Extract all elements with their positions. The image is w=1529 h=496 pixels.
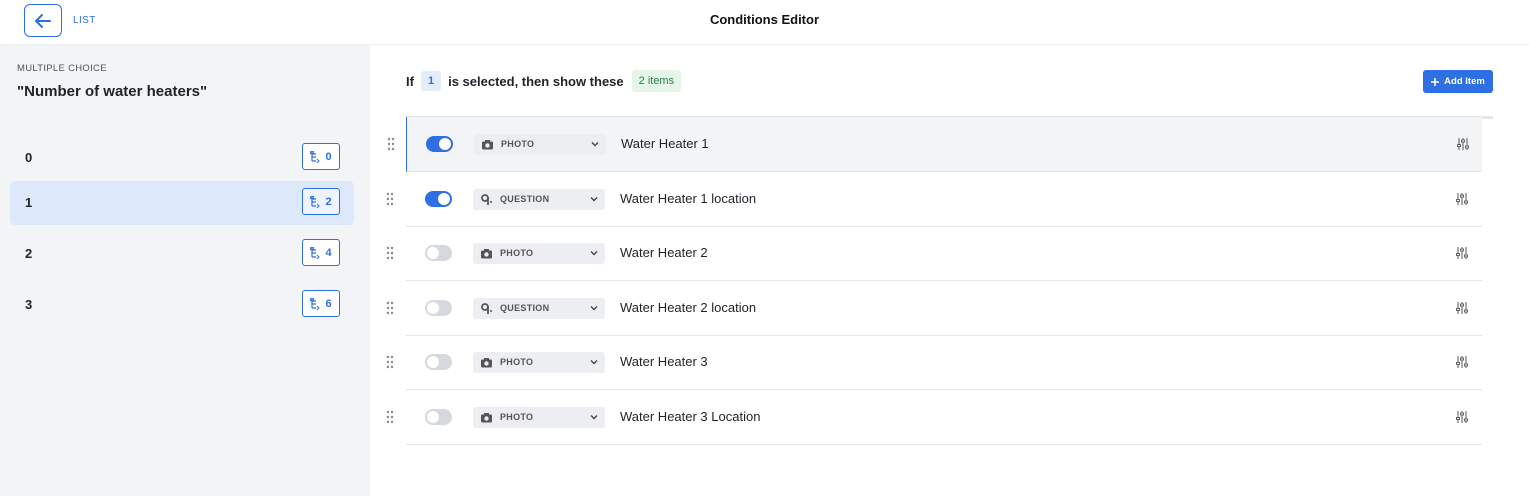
branch-icon: [310, 195, 321, 208]
visibility-toggle[interactable]: [426, 136, 453, 152]
choice-label: 0: [25, 150, 33, 165]
selected-choice-pill: 1: [420, 71, 442, 91]
camera-icon: [481, 358, 492, 368]
choice-items-count: 0: [325, 150, 332, 163]
field-type-label: MULTIPLE CHOICE: [17, 63, 107, 74]
choice-items-count: 6: [325, 297, 332, 310]
choice-items-count-button[interactable]: 2: [302, 188, 340, 215]
item-type-label: PHOTO: [500, 357, 534, 367]
camera-icon: [482, 140, 493, 150]
add-item-button[interactable]: Add Item: [1423, 70, 1493, 93]
item-type-label: PHOTO: [500, 412, 534, 422]
visibility-toggle[interactable]: [425, 409, 452, 425]
choice-item[interactable]: 12: [10, 181, 354, 225]
field-name: "Number of water heaters": [17, 83, 208, 100]
item-type-select[interactable]: PHOTO: [473, 352, 605, 373]
choice-items-count-button[interactable]: 6: [302, 290, 340, 317]
chevron-down-icon: [590, 415, 598, 420]
choice-items-count: 2: [325, 195, 332, 208]
choice-label: 2: [25, 246, 33, 261]
visibility-toggle[interactable]: [425, 354, 452, 370]
toggle-knob: [427, 247, 439, 259]
item-type-select[interactable]: PHOTO: [473, 243, 605, 264]
settings-sliders-icon[interactable]: [1455, 192, 1469, 206]
drag-handle-icon[interactable]: [387, 137, 395, 151]
toggle-knob: [427, 302, 439, 314]
item-name: Water Heater 2: [620, 245, 708, 260]
choices-sidebar: MULTIPLE CHOICE "Number of water heaters…: [0, 45, 370, 496]
item-type-select[interactable]: QUESTION: [473, 189, 605, 210]
chevron-down-icon: [590, 360, 598, 365]
items-count-badge: 2 items: [631, 70, 682, 92]
drag-handle-icon[interactable]: [386, 246, 394, 260]
item-type-label: PHOTO: [501, 139, 535, 149]
item-name: Water Heater 1: [621, 136, 709, 151]
condition-prefix: If: [406, 73, 414, 89]
branch-icon: [310, 150, 321, 163]
item-name: Water Heater 1 location: [620, 191, 757, 206]
branch-icon: [310, 297, 321, 310]
item-type-select[interactable]: PHOTO: [473, 407, 605, 428]
condition-text: is selected, then show these: [448, 73, 624, 89]
settings-sliders-icon[interactable]: [1455, 410, 1469, 424]
chevron-down-icon: [591, 142, 599, 147]
drag-handle-icon[interactable]: [386, 410, 394, 424]
condition-item-row: QUESTION Water Heater 2 location: [386, 281, 1482, 336]
toggle-knob: [427, 411, 439, 423]
condition-item-row: QUESTION Water Heater 1 location: [386, 172, 1482, 227]
choice-items-count-button[interactable]: 0: [302, 143, 340, 170]
item-type-label: PHOTO: [500, 248, 534, 258]
condition-item-row: PHOTO Water Heater 3 Location: [386, 390, 1482, 445]
top-bar: LIST Conditions Editor: [0, 0, 1529, 45]
item-name: Water Heater 3: [620, 354, 708, 369]
settings-sliders-icon[interactable]: [1456, 137, 1470, 151]
chevron-down-icon: [590, 306, 598, 311]
visibility-toggle[interactable]: [425, 245, 452, 261]
visibility-toggle[interactable]: [425, 300, 452, 316]
settings-sliders-icon[interactable]: [1455, 355, 1469, 369]
camera-icon: [481, 249, 492, 259]
condition-item-row: PHOTO Water Heater 2: [386, 226, 1482, 281]
question-icon: [481, 303, 492, 314]
toggle-knob: [438, 193, 450, 205]
choice-item[interactable]: 00: [10, 136, 354, 180]
settings-sliders-icon[interactable]: [1455, 246, 1469, 260]
condition-item-row: PHOTO Water Heater 1: [387, 117, 1482, 172]
visibility-toggle[interactable]: [425, 191, 452, 207]
page-title: Conditions Editor: [709, 12, 820, 27]
chevron-down-icon: [590, 197, 598, 202]
choice-label: 1: [25, 195, 33, 210]
item-name: Water Heater 2 location: [620, 300, 757, 315]
chevron-down-icon: [590, 251, 598, 256]
choice-label: 3: [25, 297, 33, 312]
drag-handle-icon[interactable]: [386, 355, 394, 369]
item-name: Water Heater 3 Location: [620, 409, 761, 424]
choice-item[interactable]: 36: [10, 283, 354, 327]
condition-summary: If 1 is selected, then show these 2 item…: [406, 69, 682, 93]
settings-sliders-icon[interactable]: [1455, 301, 1469, 315]
choice-items-count-button[interactable]: 4: [302, 239, 340, 266]
add-item-label: Add Item: [1444, 76, 1485, 87]
choice-items-count: 4: [325, 246, 332, 259]
question-icon: [481, 194, 492, 205]
drag-handle-icon[interactable]: [386, 192, 394, 206]
plus-icon: [1431, 77, 1440, 86]
condition-item-row: PHOTO Water Heater 3: [386, 335, 1482, 390]
drag-handle-icon[interactable]: [386, 301, 394, 315]
item-type-select[interactable]: PHOTO: [474, 134, 606, 155]
toggle-knob: [427, 356, 439, 368]
item-type-select[interactable]: QUESTION: [473, 298, 605, 319]
branch-icon: [310, 246, 321, 259]
camera-icon: [481, 413, 492, 423]
choice-item[interactable]: 24: [10, 232, 354, 276]
toggle-knob: [439, 138, 451, 150]
item-type-label: QUESTION: [500, 303, 550, 313]
item-type-label: QUESTION: [500, 194, 550, 204]
main-panel: If 1 is selected, then show these 2 item…: [370, 45, 1529, 496]
